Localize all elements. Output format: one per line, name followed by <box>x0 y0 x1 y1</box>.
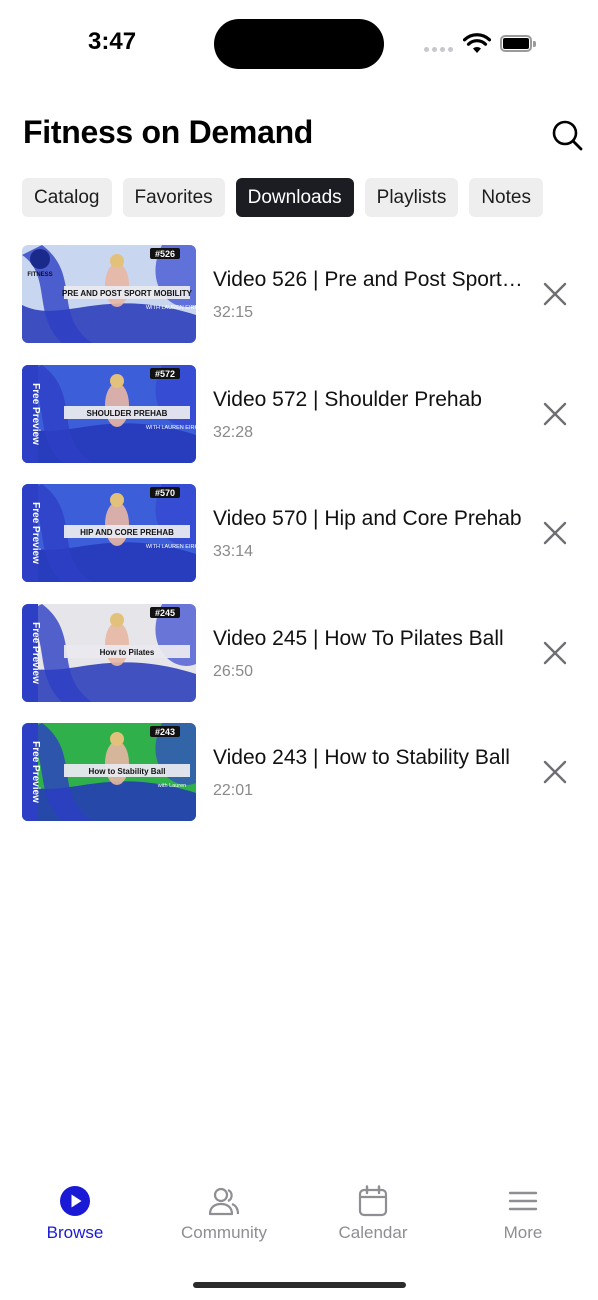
nav-label: Calendar <box>338 1223 408 1242</box>
thumb-banner: How to Pilates <box>100 648 155 657</box>
remove-download-icon[interactable] <box>540 518 570 548</box>
thumb-badge: #526 <box>155 249 175 259</box>
thumb-side-label: Free Preview <box>30 741 41 803</box>
tab-bar: Catalog Favorites Downloads Playlists No… <box>22 178 543 217</box>
tab-notes[interactable]: Notes <box>469 178 543 217</box>
thumbnail-art: #570 Free Preview HIP AND CORE PREHAB WITH … <box>22 484 196 582</box>
nav-community[interactable]: Community <box>164 1185 284 1243</box>
list-item[interactable]: #570 Free Preview HIP AND CORE PREHAB WITH … <box>0 483 598 583</box>
tab-playlists[interactable]: Playlists <box>364 178 459 217</box>
battery-icon <box>500 35 536 52</box>
thumb-sub: WITH LAUREN EIRK <box>146 425 196 431</box>
list-item[interactable]: #526 PRE AND POST SPORT MOBILITY WITH LAUR… <box>0 244 598 344</box>
thumbnail-art: #245 Free Preview How to Pilates <box>22 603 196 702</box>
people-icon <box>208 1187 240 1216</box>
thumb-side-label: Free Preview <box>30 383 41 445</box>
video-title[interactable]: Video 570 | Hip and Core Prehab <box>213 507 523 531</box>
video-thumbnail[interactable]: #570 Free Preview HIP AND CORE PREHAB WITH … <box>22 484 196 582</box>
thumb-side-label: Free Preview <box>30 622 41 684</box>
tab-favorites[interactable]: Favorites <box>122 178 225 217</box>
thumbnail-art: #572 Free Preview SHOULDER PREHAB WITH LAUR… <box>22 364 196 463</box>
search-icon[interactable] <box>550 118 584 152</box>
nav-label: More <box>503 1223 543 1242</box>
calendar-icon <box>358 1185 388 1217</box>
thumbnail-art: #243 Free Preview How to Stability Ball wit… <box>22 723 196 821</box>
video-thumbnail[interactable]: #245 Free Preview How to Pilates <box>22 603 196 702</box>
video-thumbnail[interactable]: #243 Free Preview How to Stability Ball wit… <box>22 723 196 821</box>
thumb-logo: FITNESS <box>27 272 52 278</box>
status-time: 3:47 <box>88 28 137 55</box>
thumb-banner: How to Stability Ball <box>89 767 166 776</box>
tab-downloads[interactable]: Downloads <box>235 178 354 217</box>
thumb-side-label: Free Preview <box>30 502 41 564</box>
video-title[interactable]: Video 526 | Pre and Post Sport Mobility <box>213 268 523 292</box>
video-duration: 32:28 <box>213 423 254 441</box>
video-title[interactable]: Video 572 | Shoulder Prehab <box>213 388 523 412</box>
thumb-banner: SHOULDER PREHAB <box>87 409 168 418</box>
thumb-banner: PRE AND POST SPORT MOBILITY <box>62 289 193 298</box>
video-duration: 33:14 <box>213 543 254 560</box>
remove-download-icon[interactable] <box>540 638 570 668</box>
video-duration: 26:50 <box>213 662 254 680</box>
thumbnail-art: #526 PRE AND POST SPORT MOBILITY WITH LAUR… <box>22 245 196 343</box>
remove-download-icon[interactable] <box>540 757 570 787</box>
video-duration: 22:01 <box>213 782 254 799</box>
thumb-sub: WITH LAUREN EIRK <box>146 544 196 550</box>
video-duration: 32:15 <box>213 304 254 321</box>
menu-icon <box>508 1191 538 1211</box>
page-title: Fitness on Demand <box>23 114 314 150</box>
dynamic-island <box>214 19 384 69</box>
thumb-badge: #572 <box>155 369 175 379</box>
video-title[interactable]: Video 243 | How to Stability Ball <box>213 746 523 770</box>
thumb-sub: WITH LAUREN EIRK <box>146 305 196 311</box>
nav-label: Browse <box>46 1223 104 1242</box>
video-thumbnail[interactable]: #572 Free Preview SHOULDER PREHAB WITH LAUR… <box>22 364 196 463</box>
thumb-badge: #570 <box>155 488 175 498</box>
wifi-icon <box>463 33 491 53</box>
video-thumbnail[interactable]: #526 PRE AND POST SPORT MOBILITY WITH LAUR… <box>22 245 196 343</box>
tab-catalog[interactable]: Catalog <box>22 178 112 217</box>
nav-calendar[interactable]: Calendar <box>313 1185 433 1243</box>
signal-icon <box>424 47 453 52</box>
home-indicator <box>193 1282 406 1288</box>
nav-more[interactable]: More <box>463 1185 583 1243</box>
thumb-badge: #243 <box>155 727 175 737</box>
thumb-banner: HIP AND CORE PREHAB <box>80 528 174 537</box>
nav-browse[interactable]: Browse <box>15 1185 135 1243</box>
play-circle-icon <box>60 1186 90 1216</box>
list-item[interactable]: #572 Free Preview SHOULDER PREHAB WITH LAUR… <box>0 364 598 464</box>
video-title[interactable]: Video 245 | How To Pilates Ball <box>213 627 523 651</box>
list-item[interactable]: #245 Free Preview How to Pilates Video 245 … <box>0 603 598 703</box>
thumb-badge: #245 <box>155 608 175 618</box>
remove-download-icon[interactable] <box>540 279 570 309</box>
list-item[interactable]: #243 Free Preview How to Stability Ball wit… <box>0 722 598 822</box>
thumb-sub: with Lauren <box>157 783 186 789</box>
remove-download-icon[interactable] <box>540 399 570 429</box>
bottom-nav: Browse Community Calendar More <box>0 1185 598 1255</box>
nav-label: Community <box>181 1223 267 1242</box>
